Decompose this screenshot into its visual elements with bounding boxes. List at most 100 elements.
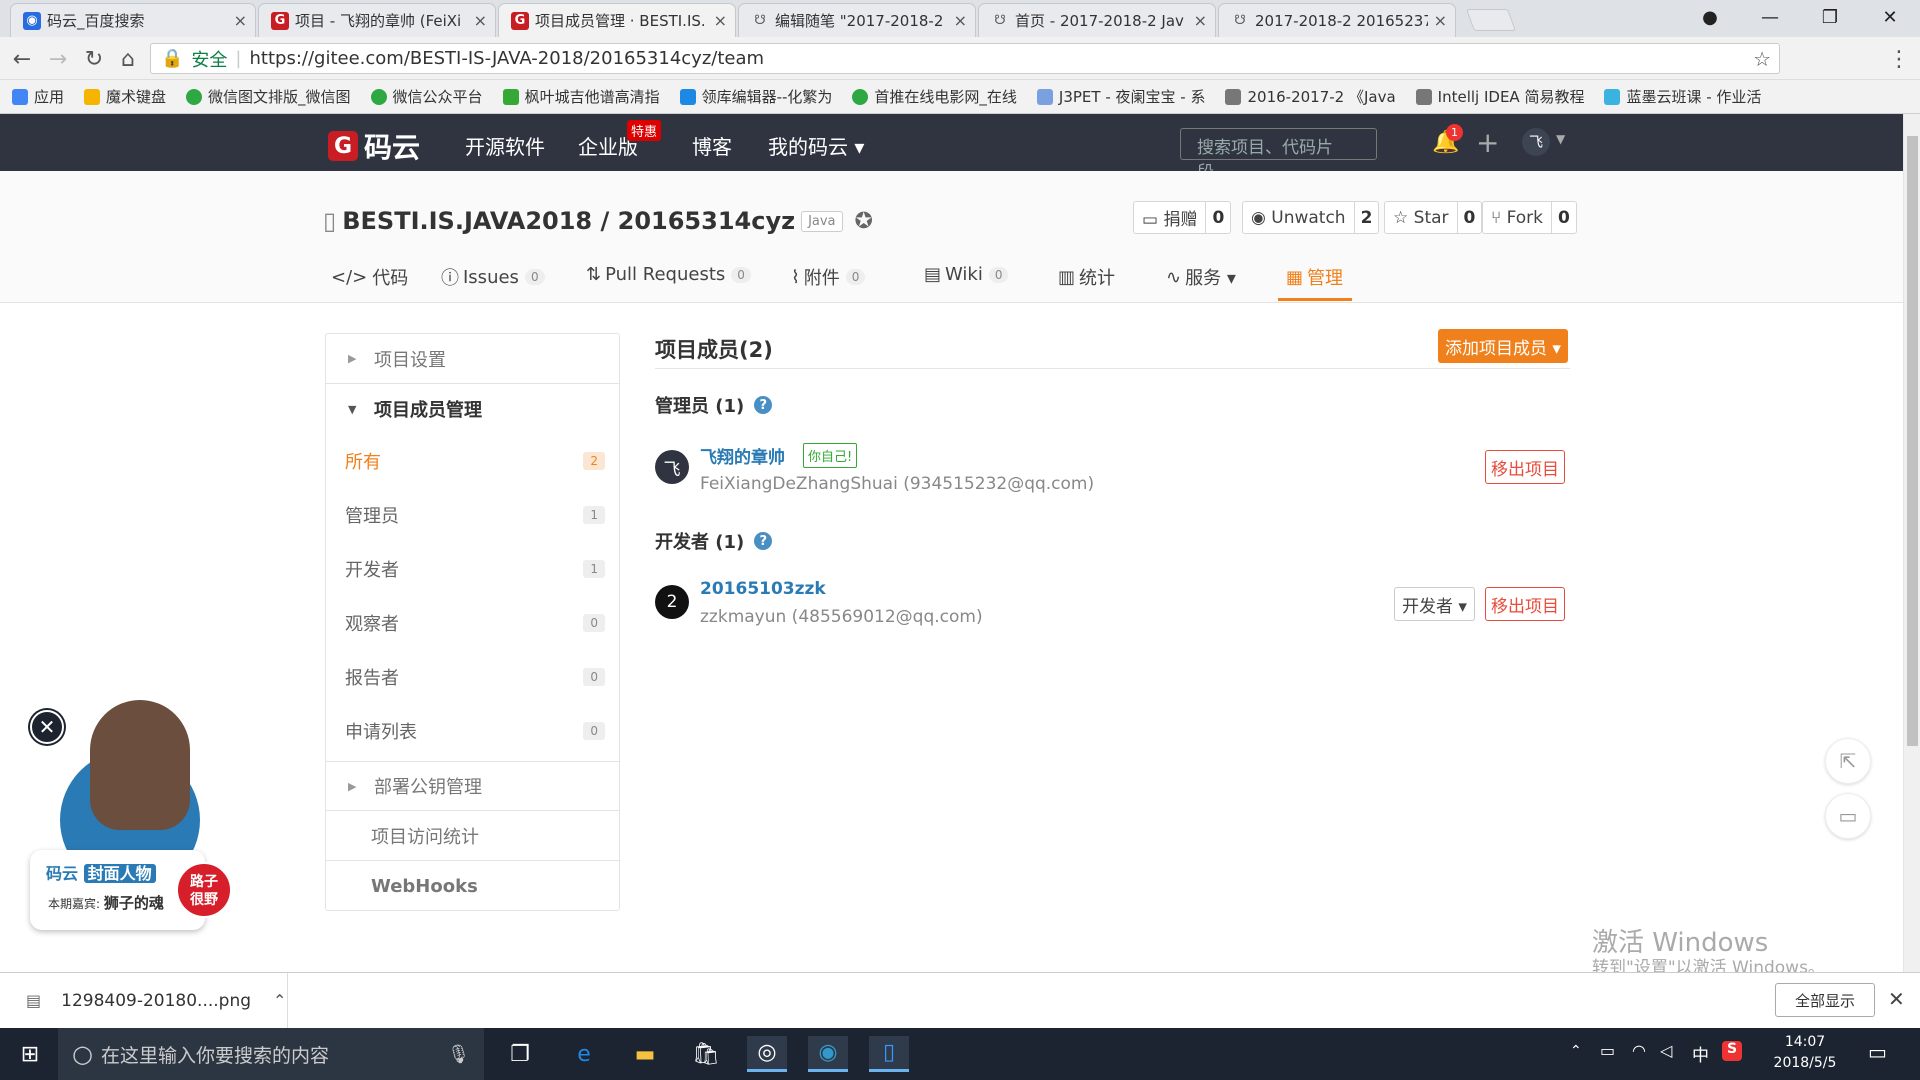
scrollbar-thumb[interactable]	[1907, 136, 1918, 746]
sidebar-item-observers[interactable]: 观察者 0	[326, 596, 619, 650]
sidebar-member-management[interactable]: ▼ 项目成员管理	[326, 384, 619, 434]
bookmark-item[interactable]: Intellj IDEA 简易教程	[1415, 86, 1584, 107]
close-icon[interactable]: ×	[1194, 11, 1207, 30]
page-scrollbar[interactable]	[1903, 114, 1920, 972]
tray-chevron-icon[interactable]: ⌃	[1570, 1043, 1582, 1059]
star-button[interactable]: ☆ Star 0	[1384, 201, 1483, 234]
add-member-button[interactable]: 添加项目成员 ▾	[1438, 329, 1568, 363]
file-explorer-icon[interactable]: ▬	[625, 1036, 665, 1072]
download-item[interactable]: ▤ 1298409-20180....png ⌃	[0, 973, 288, 1028]
tab-attachments[interactable]: ⌇ 附件 0	[791, 264, 866, 290]
feedback-icon[interactable]: ▭	[1825, 793, 1871, 839]
repo-owner[interactable]: BESTI.IS.JAVA2018	[342, 207, 592, 235]
chrome-icon[interactable]: ◎	[747, 1036, 787, 1072]
forward-icon[interactable]: →	[44, 45, 72, 73]
bookmark-item[interactable]: J3PET - 夜阑宝宝 - 系	[1036, 86, 1205, 107]
browser-tab-blog[interactable]: ☋ 2017-2018-2 20165237 ×	[1218, 3, 1456, 37]
help-icon[interactable]: ?	[754, 532, 773, 550]
nav-blog[interactable]: 博客	[692, 131, 732, 160]
volume-icon[interactable]: ◁	[1660, 1041, 1672, 1060]
sidebar-webhooks[interactable]: WebHooks	[326, 861, 619, 911]
address-bar[interactable]: 🔒 安全 | https://gitee.com/BESTI-IS-JAVA-2…	[150, 43, 1780, 74]
avatar[interactable]: 2	[655, 585, 689, 619]
bookmark-item[interactable]: 微信公众平台	[370, 86, 483, 107]
phone-app-icon[interactable]: ▯	[869, 1036, 909, 1072]
close-icon[interactable]: ✕	[30, 710, 64, 744]
bookmark-item[interactable]: 领库编辑器--化繁为	[679, 86, 832, 107]
ime-indicator[interactable]: 中	[1692, 1041, 1709, 1066]
donate-button[interactable]: ▭ 捐赠 0	[1133, 201, 1232, 234]
tab-pull-requests[interactable]: ⇅ Pull Requests 0	[586, 264, 751, 285]
task-view-icon[interactable]: ❐	[500, 1036, 540, 1072]
fork-button[interactable]: ⑂ Fork 0	[1482, 201, 1577, 234]
remove-member-button[interactable]: 移出项目	[1485, 450, 1565, 484]
nav-open-source[interactable]: 开源软件	[465, 131, 545, 160]
browser-tab-edit-post[interactable]: ☋ 编辑随笔 "2017-2018-2 ×	[738, 3, 976, 37]
edge-icon[interactable]: e	[564, 1036, 604, 1072]
sidebar-item-reporters[interactable]: 报告者 0	[326, 650, 619, 704]
profile-icon[interactable]: ●	[1680, 0, 1740, 34]
avatar[interactable]: 飞	[655, 450, 689, 484]
wifi-icon[interactable]: ◠	[1632, 1041, 1646, 1060]
minimize-icon[interactable]: —	[1740, 0, 1800, 34]
sidebar-item-admins[interactable]: 管理员 1	[326, 488, 619, 542]
tab-issues[interactable]: ⓘ Issues 0	[441, 264, 545, 290]
tab-wiki[interactable]: ▤ Wiki 0	[924, 264, 1009, 285]
promo-widget[interactable]: ✕ 码云 封面人物 路子 很野 本期嘉宾: 狮子的魂	[20, 700, 235, 950]
share-icon[interactable]: ⇱	[1825, 738, 1871, 784]
home-icon[interactable]: ⌂	[114, 45, 142, 73]
window-close-icon[interactable]: ✕	[1860, 0, 1920, 34]
role-select[interactable]: 开发者 ▾	[1394, 587, 1475, 621]
bookmark-apps[interactable]: 应用	[12, 86, 64, 107]
sidebar-deploy-keys[interactable]: ▶ 部署公钥管理	[326, 761, 619, 811]
sidebar-access-stats[interactable]: 项目访问统计	[326, 811, 619, 861]
url-text[interactable]: https://gitee.com/BESTI-IS-JAVA-2018/201…	[250, 48, 765, 69]
restore-icon[interactable]: ❐	[1800, 0, 1860, 34]
close-icon[interactable]: ✕	[1888, 987, 1905, 1011]
bookmark-item[interactable]: 2016-2017-2 《Java	[1225, 86, 1396, 107]
back-icon[interactable]: ←	[8, 45, 36, 73]
tab-services[interactable]: ∿ 服务 ▾	[1166, 264, 1236, 290]
close-icon[interactable]: ×	[474, 11, 487, 30]
close-icon[interactable]: ×	[1434, 11, 1447, 30]
bookmark-item[interactable]: 枫叶城吉他谱高清指	[502, 86, 660, 107]
repo-name[interactable]: 20165314cyz	[618, 207, 795, 235]
close-icon[interactable]: ×	[714, 11, 727, 30]
browser-tab-team[interactable]: G 项目成员管理 · BESTI.IS. ×	[498, 3, 736, 37]
sidebar-item-applications[interactable]: 申请列表 0	[326, 704, 619, 758]
member-name[interactable]: 飞翔的章帅	[700, 443, 785, 468]
bookmark-item[interactable]: 微信图文排版_微信图	[186, 86, 351, 107]
notifications-icon[interactable]: ▭	[1868, 1040, 1887, 1064]
chevron-down-icon[interactable]: ▼	[1556, 132, 1565, 146]
microphone-icon[interactable]: 🎙	[447, 1044, 470, 1065]
app-icon[interactable]: ◉	[808, 1036, 848, 1072]
taskbar-clock[interactable]: 14:07 2018/5/5	[1760, 1032, 1850, 1074]
battery-icon[interactable]: ▭	[1600, 1041, 1615, 1060]
new-tab-button[interactable]	[1465, 9, 1517, 31]
taskbar-search[interactable]: ○ 在这里输入你要搜索的内容 🎙	[58, 1028, 484, 1080]
bookmark-item[interactable]: 首推在线电影网_在线	[852, 86, 1017, 107]
unwatch-button[interactable]: ◉ Unwatch 2	[1242, 201, 1380, 234]
sidebar-item-all[interactable]: 所有 2	[326, 434, 619, 488]
remove-member-button[interactable]: 移出项目	[1485, 587, 1565, 621]
help-icon[interactable]: ?	[754, 396, 773, 414]
sogou-icon[interactable]: S	[1722, 1041, 1742, 1061]
browser-tab-projects[interactable]: G 项目 - 飞翔的章帅 (FeiXi ×	[258, 3, 496, 37]
tab-stats[interactable]: ▥ 统计	[1058, 264, 1115, 290]
user-avatar[interactable]: 飞	[1522, 128, 1550, 156]
browser-tab-baidu[interactable]: ◉ 码云_百度搜索 ×	[10, 3, 256, 37]
show-all-downloads-button[interactable]: 全部显示	[1775, 983, 1875, 1017]
sidebar-project-settings[interactable]: ▶ 项目设置	[326, 334, 619, 384]
search-input[interactable]: 搜索项目、代码片段...	[1180, 128, 1377, 183]
chrome-menu-icon[interactable]: ⋮	[1885, 45, 1913, 73]
language-badge[interactable]: Java	[801, 210, 843, 232]
browser-tab-home[interactable]: ☋ 首页 - 2017-2018-2 Jav ×	[978, 3, 1216, 37]
plus-icon[interactable]: +	[1476, 126, 1499, 159]
windows-start-icon[interactable]: ⊞	[10, 1036, 50, 1072]
tab-code[interactable]: </> 代码	[331, 264, 408, 290]
reload-icon[interactable]: ↻	[80, 45, 108, 73]
bookmark-star-icon[interactable]: ☆	[1753, 47, 1771, 71]
bookmark-item[interactable]: 蓝墨云班课 - 作业活	[1604, 86, 1761, 107]
sidebar-item-developers[interactable]: 开发者 1	[326, 542, 619, 596]
tab-manage[interactable]: ▦ 管理	[1286, 264, 1343, 290]
